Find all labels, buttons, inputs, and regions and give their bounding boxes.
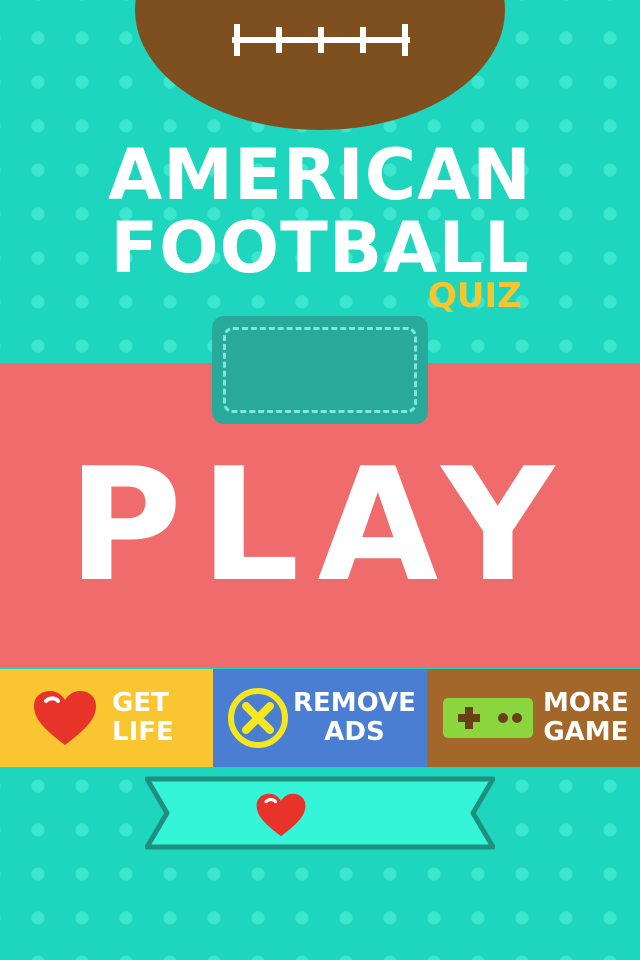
more-game-label: MORE GAME [543, 688, 629, 747]
x-circle-icon [228, 688, 288, 748]
title-line-1: AMERICAN [108, 134, 532, 216]
get-life-button[interactable]: GET LIFE [0, 669, 213, 767]
get-life-label: GET LIFE [112, 688, 174, 747]
title-subtitle: QUIZ [428, 276, 522, 316]
heart-icon [34, 691, 96, 745]
football-icon [135, 0, 505, 130]
remove-ads-label: REMOVE ADS [293, 688, 416, 747]
play-label[interactable]: PLAY [0, 440, 640, 610]
lives-ribbon [145, 776, 495, 850]
football-laces-icon [232, 24, 410, 56]
heart-icon [256, 793, 306, 837]
gamepad-icon [443, 698, 533, 738]
title-line-2: FOOTBALL [110, 207, 530, 289]
tag-patch [212, 316, 428, 424]
remove-ads-button[interactable]: REMOVE ADS [213, 669, 427, 767]
more-game-button[interactable]: MORE GAME [427, 669, 640, 767]
